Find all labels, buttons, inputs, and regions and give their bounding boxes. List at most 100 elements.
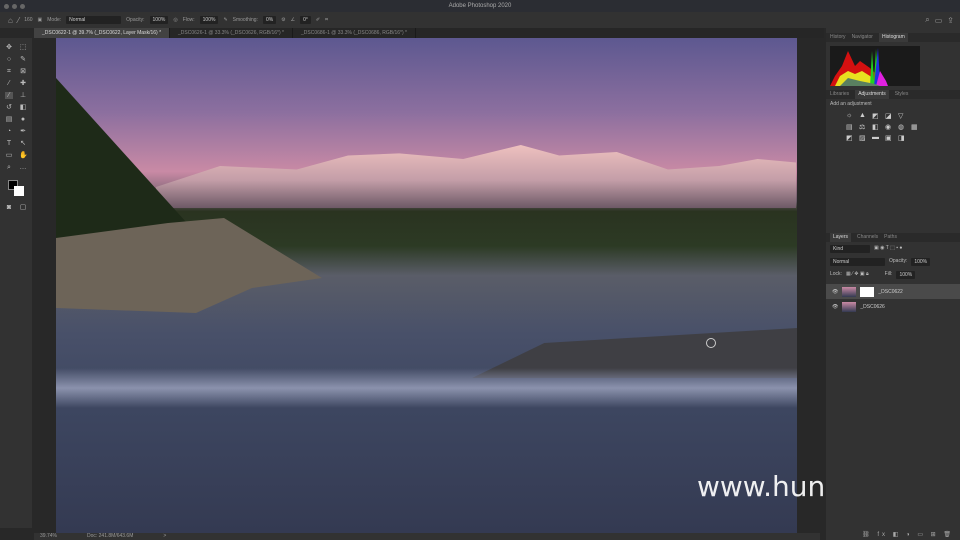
- quick-select-icon[interactable]: ✎: [19, 56, 27, 63]
- marquee-tool-icon[interactable]: ⬚: [19, 44, 27, 51]
- search-icon[interactable]: ⌕: [925, 15, 929, 25]
- threshold-icon[interactable]: ▬: [872, 134, 882, 142]
- layer-opacity-field[interactable]: 100%: [911, 258, 931, 266]
- screen-mode-icon[interactable]: ▢: [19, 204, 27, 211]
- tab-layers[interactable]: Layers: [830, 233, 852, 242]
- hue-icon[interactable]: ▤: [846, 123, 856, 131]
- layer-row[interactable]: 👁︎ _DSC0626: [826, 299, 960, 314]
- workspace-icon[interactable]: ▭: [935, 16, 943, 25]
- airbrush-icon[interactable]: ✎: [223, 17, 227, 23]
- options-bar: ⌂ ⁄ 160 ▣ Mode: Normal Opacity: 100% ◎ F…: [0, 12, 960, 28]
- kind-filter[interactable]: Kind: [830, 245, 870, 253]
- status-menu-arrow[interactable]: >: [163, 533, 166, 540]
- background-color[interactable]: [14, 186, 24, 196]
- mode-select[interactable]: Normal: [66, 16, 122, 24]
- tab-paths[interactable]: Paths: [884, 233, 897, 242]
- tab-styles[interactable]: Styles: [895, 90, 909, 99]
- gradient-map-icon[interactable]: ◨: [898, 134, 908, 142]
- gear-icon[interactable]: ⚙: [281, 17, 285, 23]
- tab-libraries[interactable]: Libraries: [830, 90, 849, 99]
- type-icon[interactable]: T: [5, 140, 13, 147]
- selective-color-icon[interactable]: ▣: [885, 134, 895, 142]
- color-lookup-icon[interactable]: ▦: [911, 123, 921, 131]
- move-tool-icon[interactable]: ✥: [5, 44, 13, 51]
- pressure-size-icon[interactable]: ✐: [316, 17, 320, 23]
- opacity-field[interactable]: 100%: [149, 16, 169, 24]
- eyedropper-icon[interactable]: ⁄: [5, 80, 13, 87]
- more-tools-icon[interactable]: …: [19, 164, 27, 171]
- vibrance-icon[interactable]: ▽: [898, 112, 908, 120]
- mountain-range: [156, 145, 796, 208]
- histogram-graph: [830, 48, 888, 86]
- tab-histogram[interactable]: Histogram: [878, 33, 908, 42]
- frame-tool-icon[interactable]: ⊠: [19, 68, 27, 75]
- tab-history[interactable]: History: [830, 33, 846, 42]
- brightness-icon[interactable]: ☼: [846, 112, 856, 120]
- blend-mode-select[interactable]: Normal: [830, 258, 885, 266]
- stamp-icon[interactable]: ⊥: [19, 92, 27, 99]
- quick-mask-icon[interactable]: ◙: [5, 204, 13, 211]
- posterize-icon[interactable]: ▨: [859, 134, 869, 142]
- opacity-label: Opacity:: [126, 17, 145, 23]
- river-foam: [56, 368, 797, 408]
- photo-filter-icon[interactable]: ◉: [885, 123, 895, 131]
- channel-mixer-icon[interactable]: ◍: [898, 123, 908, 131]
- layer-mask-thumbnail[interactable]: [860, 286, 875, 297]
- layer-row[interactable]: 👁︎ _DSC0622: [826, 284, 960, 299]
- dodge-icon[interactable]: ◔: [5, 128, 13, 135]
- tab-document-2[interactable]: _DSC0626-1 @ 33.3% (_DSC0626, RGB/16*) *: [170, 28, 293, 38]
- curves-icon[interactable]: ◩: [872, 112, 882, 120]
- shape-icon[interactable]: ▭: [5, 152, 13, 159]
- layer-actions[interactable]: ⛓ fx ◧ ◑ ▭ ⊞ 🗑︎: [862, 531, 954, 538]
- brush-size[interactable]: 160: [24, 17, 32, 23]
- pressure-opacity-icon[interactable]: ◎: [173, 17, 177, 23]
- symmetry-icon[interactable]: ⌗: [325, 17, 328, 23]
- tab-adjustments[interactable]: Adjustments: [855, 90, 889, 99]
- blur-icon[interactable]: ●: [19, 116, 27, 123]
- invert-icon[interactable]: ◩: [846, 134, 856, 142]
- tab-navigator[interactable]: Navigator: [852, 33, 873, 42]
- smoothing-field[interactable]: 0%: [262, 16, 277, 24]
- zoom-icon[interactable]: ⌕: [5, 164, 13, 171]
- doc-size: Doc: 241.8M/643.6M: [86, 533, 134, 539]
- eraser-icon[interactable]: ◧: [19, 104, 27, 111]
- opacity-label: Opacity:: [889, 258, 908, 264]
- share-icon[interactable]: ⇪: [947, 16, 954, 25]
- filter-icons[interactable]: ▣ ◉ T ⬚ ▪ ●: [874, 245, 902, 253]
- layers-panel-tabs: Layers Channels Paths: [826, 233, 960, 242]
- zoom-level[interactable]: 39.74%: [40, 533, 57, 540]
- eye-icon[interactable]: 👁︎: [832, 304, 838, 310]
- tab-document-3[interactable]: _DSC0686-1 @ 33.3% (_DSC0686, RGB/16*) *: [293, 28, 416, 38]
- path-select-icon[interactable]: ↖: [19, 140, 27, 147]
- fill-field[interactable]: 100%: [896, 271, 916, 279]
- tab-channels[interactable]: Channels: [857, 233, 878, 242]
- brush-tool-icon[interactable]: ⁄: [18, 16, 19, 25]
- histogram: ▲: [830, 46, 920, 86]
- lasso-tool-icon[interactable]: ○: [5, 56, 13, 63]
- image-canvas[interactable]: [56, 38, 797, 533]
- angle-field[interactable]: 0°: [300, 16, 311, 24]
- healing-icon[interactable]: ✚: [19, 80, 27, 87]
- tab-document-1[interactable]: _DSC0622-1 @ 39.7% (_DSC0622, Layer Mask…: [34, 28, 171, 38]
- pen-icon[interactable]: ✒: [19, 128, 27, 135]
- layers-list: 👁︎ _DSC0622 👁︎ _DSC0626: [826, 284, 960, 314]
- flow-field[interactable]: 100%: [199, 16, 219, 24]
- brush-settings-icon[interactable]: ▣: [38, 17, 43, 23]
- close-window-button[interactable]: [4, 4, 9, 9]
- home-icon[interactable]: ⌂: [8, 16, 13, 25]
- exposure-icon[interactable]: ◪: [885, 112, 895, 120]
- bw-icon[interactable]: ◧: [872, 123, 882, 131]
- levels-icon[interactable]: ▲: [859, 112, 869, 120]
- balance-icon[interactable]: ⚖: [859, 123, 869, 131]
- history-brush-icon[interactable]: ↺: [5, 104, 13, 111]
- eye-icon[interactable]: 👁︎: [832, 289, 838, 295]
- lock-icons[interactable]: ▦ ⁄ ✥ ▣ 🔒︎: [846, 271, 869, 279]
- minimize-window-button[interactable]: [12, 4, 17, 9]
- hand-icon[interactable]: ✋: [19, 152, 28, 159]
- maximize-window-button[interactable]: [20, 4, 25, 9]
- crop-tool-icon[interactable]: ⌗: [5, 68, 13, 75]
- document-tabs: _DSC0622-1 @ 39.7% (_DSC0622, Layer Mask…: [34, 28, 824, 38]
- gradient-icon[interactable]: ▤: [5, 116, 13, 123]
- brush-icon[interactable]: ⁄: [5, 92, 13, 99]
- layer-name: _DSC0622: [878, 288, 903, 295]
